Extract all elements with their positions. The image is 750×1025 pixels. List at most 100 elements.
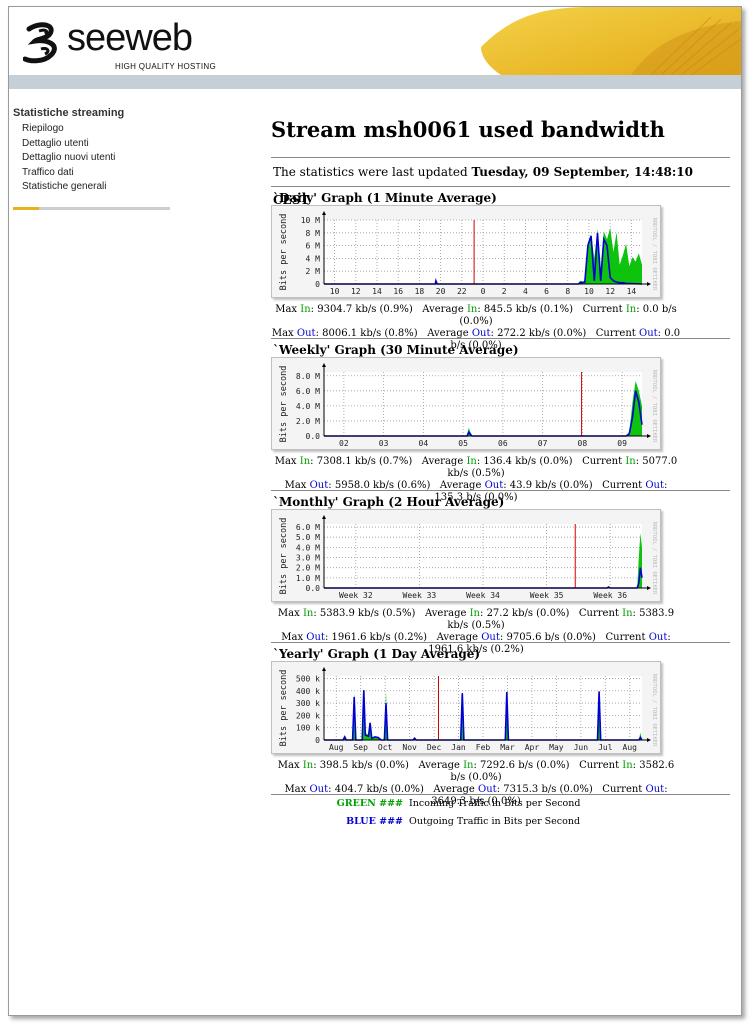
y-tick-label: 8 M xyxy=(306,229,321,238)
rrdtool-watermark: RRDTOOL / TOBI OETIKER xyxy=(651,522,657,596)
site-header: seeweb HIGH QUALITY HOSTING xyxy=(9,7,741,75)
legend-key: BLUE ### xyxy=(346,816,403,827)
in-label: In xyxy=(463,760,474,771)
y-tick-label: 4.0 M xyxy=(296,402,320,411)
x-tick-label: Dec xyxy=(427,743,442,752)
sidebar-item-traffico-dati[interactable]: Traffico dati xyxy=(13,166,173,181)
x-tick-label: 18 xyxy=(415,287,425,296)
x-tick-label: Feb xyxy=(476,743,491,752)
stat-in-value: 845.5 kb/s (0.1%) xyxy=(483,304,574,315)
y-tick-label: 2 M xyxy=(306,267,321,276)
stat-label: Max xyxy=(284,480,307,491)
x-tick-label: Jun xyxy=(574,743,589,752)
stat-out-value: 272.2 kb/s (0.0%) xyxy=(497,328,587,339)
graph-section: `Weekly' Graph (30 Minute Average) 0.0 2.0… xyxy=(271,339,731,503)
y-tick-label: 6.0 M xyxy=(296,523,320,532)
x-tick-label: 14 xyxy=(627,287,637,296)
y-tick-label: 500 k xyxy=(296,674,320,683)
y-tick-label: 2.0 M xyxy=(296,564,320,573)
stat-label: Max xyxy=(277,760,300,771)
stat-label: Current xyxy=(582,456,623,467)
graph-section: `Yearly' Graph (1 Day Average) 0 100 k 200 … xyxy=(271,643,731,807)
graph-stats: Max In: 9304.7 kb/s (0.9%) Average In: 8… xyxy=(271,298,681,351)
y-tick-label: 0.0 xyxy=(306,432,321,441)
out-label: Out xyxy=(471,328,491,339)
stat-label: Average xyxy=(422,304,464,315)
bandwidth-graph: 0.0 2.0 M 4.0 M 6.0 M 8.0 M 02 03 04 05 06 07 08 09 B… xyxy=(271,357,661,450)
x-tick-label: Aug xyxy=(329,743,344,752)
x-tick-label: 2 xyxy=(502,287,507,296)
stat-in-value: 9304.7 kb/s (0.9%) xyxy=(317,304,413,315)
sidebar-item-dettaglio-utenti[interactable]: Dettaglio utenti xyxy=(13,137,173,152)
x-tick-label: 04 xyxy=(419,439,429,448)
brand-name: seeweb xyxy=(67,17,193,59)
in-label: In xyxy=(302,760,314,771)
sidebar-divider-accent xyxy=(13,207,39,210)
x-tick-label: Week 34 xyxy=(466,591,500,600)
bandwidth-graph: 0.0 1.0 M 2.0 M 3.0 M 4.0 M 5.0 M 6.0 M Week 32… xyxy=(271,509,661,602)
legend-row: GREEN ### Incoming Traffic in Bits per S… xyxy=(271,795,731,813)
stat-label: Current xyxy=(605,632,646,643)
out-label: Out xyxy=(309,480,329,491)
x-tick-label: 12 xyxy=(605,287,615,296)
y-axis-arrow-icon xyxy=(322,211,326,215)
out-label: Out xyxy=(639,328,658,339)
graph-svg: 0.01.0 M2.0 M3.0 M 4.0 M5.0 M6.0 M Week 32… xyxy=(279,515,657,600)
y-tick-label: 200 k xyxy=(296,711,320,720)
sidebar-item-statistiche-generali[interactable]: Statistiche generali xyxy=(13,180,173,195)
sidebar-item-riepilogo[interactable]: Riepilogo xyxy=(13,122,173,137)
seeweb-swirl-icon xyxy=(23,22,57,64)
x-tick-label: Aug xyxy=(623,743,638,752)
y-axis-label: Bits per second xyxy=(279,670,289,747)
x-tick-label: 06 xyxy=(498,439,508,448)
y-tick-label: 0 xyxy=(315,736,320,745)
stats-in-row: Max In: 5383.9 kb/s (0.5%) Average In: 2… xyxy=(277,608,675,631)
seeweb-logo[interactable]: seeweb HIGH QUALITY HOSTING xyxy=(23,15,233,73)
out-label: Out xyxy=(645,480,665,491)
x-tick-label: Nov xyxy=(402,743,417,752)
last-updated-prefix: The statistics were last updated xyxy=(273,165,468,179)
stat-out-value: 8006.1 kb/s (0.8%) xyxy=(322,328,418,339)
stat-out-value: 5958.0 kb/s (0.6%) xyxy=(334,480,431,491)
rrdtool-watermark: RRDTOOL / TOBI OETIKER xyxy=(651,674,657,748)
y-axis-label: Bits per second xyxy=(279,518,289,595)
stats-in-row: Max In: 9304.7 kb/s (0.9%) Average In: 8… xyxy=(275,304,677,327)
stat-label: Average xyxy=(439,480,482,491)
header-divider xyxy=(9,75,741,89)
x-axis-arrow-icon xyxy=(647,282,651,286)
stat-label: Max xyxy=(284,784,307,795)
y-tick-label: 2.0 M xyxy=(296,417,320,426)
in-label: In xyxy=(302,608,314,619)
x-tick-label: 6 xyxy=(544,287,549,296)
x-tick-label: 10 xyxy=(330,287,340,296)
header-decoration-image xyxy=(481,7,741,75)
stat-out-value: 404.7 kb/s (0.0%) xyxy=(334,784,424,795)
x-tick-label: Mar xyxy=(500,743,515,752)
y-axis-label: Bits per second xyxy=(279,214,289,291)
x-tick-label: 02 xyxy=(339,439,349,448)
out-label: Out xyxy=(309,784,329,795)
graph-stats: Max In: 5383.9 kb/s (0.5%) Average In: 2… xyxy=(271,602,681,655)
sidebar-item-dettaglio-nuovi-utenti[interactable]: Dettaglio nuovi utenti xyxy=(13,151,173,166)
sidebar: Statistiche streaming Riepilogo Dettagli… xyxy=(13,107,173,195)
legend-text: Incoming Traffic in Bits per Second xyxy=(409,798,581,809)
x-tick-label: Week 33 xyxy=(403,591,437,600)
x-tick-label: 20 xyxy=(436,287,446,296)
x-tick-label: Week 36 xyxy=(593,591,627,600)
stat-label: Max xyxy=(274,456,297,467)
x-tick-label: May xyxy=(549,743,564,752)
in-label: In xyxy=(625,456,636,467)
legend-key: GREEN ### xyxy=(336,798,403,809)
last-updated: The statistics were last updated Tuesday… xyxy=(271,158,731,207)
stat-label: Average xyxy=(421,456,464,467)
stat-label: Average xyxy=(433,784,475,795)
x-tick-label: 0 xyxy=(481,287,486,296)
stat-label: Average xyxy=(436,632,479,643)
stat-in-value: 27.2 kb/s (0.0%) xyxy=(486,608,570,619)
stat-in-value: 5383.9 kb/s (0.5%) xyxy=(319,608,416,619)
stat-label: Current xyxy=(595,328,636,339)
y-tick-label: 400 k xyxy=(296,687,320,696)
y-axis-arrow-icon xyxy=(322,667,326,671)
x-axis-arrow-icon xyxy=(647,738,651,742)
stats-in-row: Max In: 7308.1 kb/s (0.7%) Average In: 1… xyxy=(274,456,678,479)
